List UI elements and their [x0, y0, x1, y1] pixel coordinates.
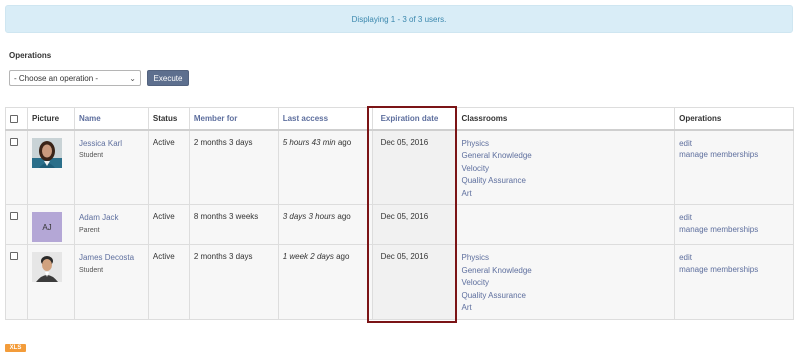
select-all-cell: [5, 107, 28, 131]
row-checkbox[interactable]: [10, 137, 18, 146]
classroom-link[interactable]: General Knowledge: [461, 150, 670, 163]
last-access-value: 1 week 2 days: [282, 252, 334, 261]
table-row: AJ Adam Jack Parent Active 8 months 3 we…: [5, 204, 794, 245]
user-photo-james[interactable]: [31, 252, 62, 282]
member-for-cell: 8 months 3 weeks: [188, 204, 279, 245]
classroom-link[interactable]: Physics: [461, 252, 670, 265]
classroom-link[interactable]: Quality Assurance: [461, 290, 670, 303]
user-photo-jessica[interactable]: [31, 137, 62, 168]
row-select-cell: [5, 204, 28, 245]
classroom-link[interactable]: Art: [461, 188, 670, 201]
table-row: James Decosta Student Active 2 months 3 …: [5, 244, 794, 320]
last-access-cell: 5 hours 43 min ago: [277, 129, 373, 205]
classroom-link[interactable]: General Knowledge: [461, 265, 670, 278]
operations-cell: edit manage memberships: [674, 244, 794, 320]
classroom-link[interactable]: Physics: [461, 138, 670, 151]
users-table: Picture Name Status Member for Last acce…: [5, 107, 794, 320]
manage-memberships-link[interactable]: manage memberships: [679, 224, 789, 237]
operations-label: Operations: [9, 51, 52, 60]
operations-cell: edit manage memberships: [674, 204, 794, 245]
classrooms-cell: Physics General Knowledge Velocity Quali…: [456, 129, 676, 205]
picture-cell: [26, 244, 75, 320]
last-access-value: 5 hours 43 min: [282, 137, 336, 147]
user-role: Parent: [78, 226, 100, 234]
status-banner: Displaying 1 - 3 of 3 users.: [5, 5, 793, 33]
classroom-link[interactable]: Velocity: [461, 277, 670, 290]
row-select-cell: [5, 244, 28, 320]
last-access-suffix: ago: [335, 212, 351, 221]
execute-button[interactable]: Execute: [147, 70, 189, 86]
classrooms-cell: Physics General Knowledge Velocity Quali…: [456, 244, 676, 320]
table-row: Jessica Karl Student Active 2 months 3 d…: [5, 129, 794, 205]
operation-select[interactable]: - Choose an operation - ⌄: [9, 70, 141, 86]
user-name-link[interactable]: Adam Jack: [79, 212, 144, 225]
status-cell: Active: [147, 129, 190, 205]
classroom-link[interactable]: Art: [461, 302, 670, 315]
row-checkbox[interactable]: [10, 212, 18, 220]
classroom-link[interactable]: Quality Assurance: [461, 175, 670, 188]
expiration-cell: Dec 05, 2016: [371, 204, 458, 245]
status-cell: Active: [147, 204, 190, 245]
xls-export-button[interactable]: XLS: [5, 344, 26, 352]
table-header-row: Picture Name Status Member for Last acce…: [5, 107, 794, 131]
header-name[interactable]: Name: [73, 107, 149, 131]
operation-select-value: - Choose an operation -: [14, 73, 99, 83]
name-cell: James Decosta Student: [73, 244, 149, 320]
classroom-link[interactable]: Velocity: [461, 163, 670, 176]
member-for-cell: 2 months 3 days: [188, 129, 279, 205]
picture-cell: AJ: [26, 204, 75, 245]
operations-cell: edit manage memberships: [674, 129, 794, 205]
last-access-value: 3 days 3 hours: [282, 212, 336, 221]
header-expiration-date[interactable]: Expiration date: [371, 107, 458, 131]
expiration-cell: Dec 05, 2016: [371, 129, 458, 205]
manage-memberships-link[interactable]: manage memberships: [679, 149, 789, 162]
chevron-down-icon: ⌄: [129, 73, 136, 83]
status-text: Displaying 1 - 3 of 3 users.: [351, 14, 447, 24]
member-for-cell: 2 months 3 days: [188, 244, 279, 320]
user-name-link[interactable]: James Decosta: [79, 252, 144, 265]
picture-cell: [26, 129, 75, 205]
name-cell: Adam Jack Parent: [73, 204, 149, 245]
last-access-suffix: ago: [333, 252, 350, 261]
classrooms-cell: [456, 204, 676, 245]
last-access-cell: 3 days 3 hours ago: [277, 204, 373, 245]
manage-memberships-link[interactable]: manage memberships: [679, 264, 789, 277]
header-operations: Operations: [674, 107, 794, 131]
user-name-link[interactable]: Jessica Karl: [79, 138, 144, 151]
select-all-checkbox[interactable]: [10, 114, 18, 123]
user-role: Student: [78, 152, 104, 159]
last-access-cell: 1 week 2 days ago: [277, 244, 373, 320]
header-picture: Picture: [26, 107, 75, 131]
last-access-suffix: ago: [335, 137, 352, 147]
user-role: Student: [78, 266, 104, 274]
row-select-cell: [5, 129, 28, 205]
name-cell: Jessica Karl Student: [73, 129, 149, 205]
user-initials-avatar[interactable]: AJ: [31, 212, 62, 242]
header-last-access[interactable]: Last access: [277, 107, 373, 131]
header-classrooms: Classrooms: [456, 107, 676, 131]
expiration-cell: Dec 05, 2016: [371, 244, 458, 320]
status-cell: Active: [147, 244, 190, 320]
row-checkbox[interactable]: [10, 252, 18, 260]
header-status: Status: [147, 107, 190, 131]
header-member-for[interactable]: Member for: [188, 107, 279, 131]
